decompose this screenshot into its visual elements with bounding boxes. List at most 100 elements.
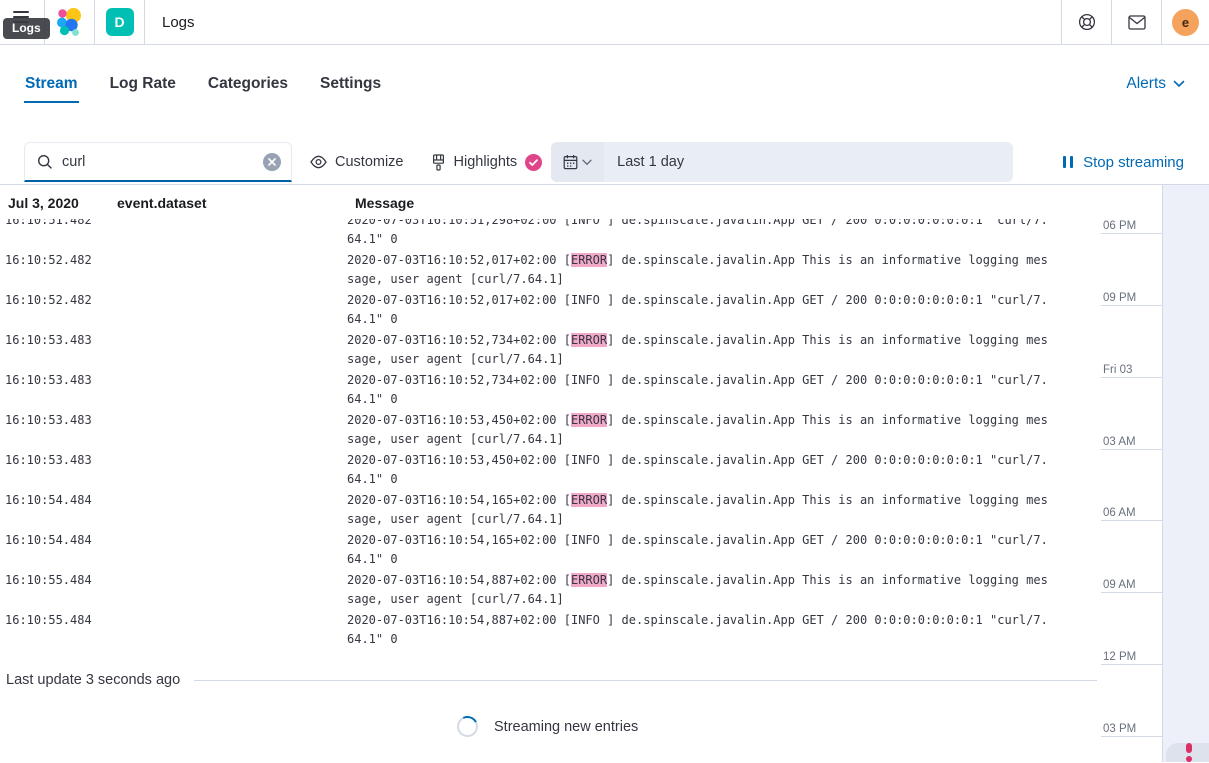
log-level: INFO xyxy=(571,533,607,547)
divider-line xyxy=(194,680,1097,681)
alerts-button[interactable]: Alerts xyxy=(1126,75,1185,101)
time-tick-line xyxy=(1101,449,1162,450)
chevron-down-icon xyxy=(582,159,592,166)
top-header: Logs D Logs xyxy=(0,0,1209,45)
log-level-error-highlight: ERROR xyxy=(571,253,607,267)
log-message: 2020-07-03T16:10:52,734+02:00 [INFO ] de… xyxy=(347,371,1051,409)
time-tick: 09 PM xyxy=(1101,292,1162,306)
time-tick-line xyxy=(1101,592,1162,593)
tab-categories[interactable]: Categories xyxy=(207,73,289,103)
log-row[interactable]: 16:10:53.4832020-07-03T16:10:52,734+02:0… xyxy=(0,329,1097,369)
user-avatar[interactable]: e xyxy=(1172,9,1199,36)
time-tick-label: 09 PM xyxy=(1101,292,1162,304)
log-row[interactable]: 16:10:53.483 2020-07-03T16:10:53,450+02:0… xyxy=(0,449,1097,489)
search-input[interactable] xyxy=(62,154,263,170)
time-tick-line xyxy=(1101,664,1162,665)
calendar-dropdown-button[interactable] xyxy=(551,142,604,182)
time-tick-label: 03 AM xyxy=(1101,436,1162,448)
logs-app: Logs D Logs xyxy=(0,0,1209,763)
log-stream: 16:10:51.4822020-07-03T16:10:51,298+02:0… xyxy=(0,185,1209,762)
help-icon xyxy=(1078,13,1096,31)
highlights-button[interactable]: Highlights xyxy=(431,142,543,182)
time-tick: 06 PM xyxy=(1101,220,1162,234)
log-timestamp: 16:10:53.483 xyxy=(5,371,92,390)
time-tick: 09 AM xyxy=(1101,579,1162,593)
time-range-value[interactable]: Last 1 day xyxy=(604,154,684,170)
log-message: 2020-07-03T16:10:53,450+02:00 [INFO ] de… xyxy=(347,451,1051,489)
eye-icon xyxy=(310,155,327,169)
log-message: 2020-07-03T16:10:54,887+02:00 [INFO ] de… xyxy=(347,611,1051,649)
log-timestamp: 16:10:53.483 xyxy=(5,451,92,470)
log-row[interactable]: 16:10:53.483 2020-07-03T16:10:53,450+02:0… xyxy=(0,409,1097,449)
tab-settings[interactable]: Settings xyxy=(319,73,382,103)
highlights-enabled-badge xyxy=(525,154,542,171)
time-tick-line xyxy=(1101,305,1162,306)
customize-button[interactable]: Customize xyxy=(310,142,404,182)
time-tick-label: 12 PM xyxy=(1101,651,1162,663)
help-button[interactable] xyxy=(1062,0,1111,44)
log-level-error-highlight: ERROR xyxy=(571,413,607,427)
column-header-event-dataset[interactable]: event.dataset xyxy=(117,195,206,211)
calendar-icon xyxy=(563,154,578,170)
loading-spinner-icon xyxy=(454,713,480,739)
log-timestamp: 16:10:53.483 xyxy=(5,411,92,430)
stop-streaming-button[interactable]: Stop streaming xyxy=(1062,142,1185,182)
time-tick: 03 PM xyxy=(1101,723,1162,737)
log-message: 2020-07-03T16:10:52,017+02:00 [INFO ] de… xyxy=(347,291,1051,329)
tabs-bar: Stream Log Rate Categories Settings Aler… xyxy=(0,45,1209,117)
elastic-logo[interactable] xyxy=(57,8,83,36)
tab-stream[interactable]: Stream xyxy=(24,73,79,103)
clear-search-button[interactable] xyxy=(263,153,281,171)
time-tick-line xyxy=(1101,520,1162,521)
log-level: INFO xyxy=(571,373,607,387)
minimap-panel[interactable] xyxy=(1162,185,1209,762)
last-update-row: Last update 3 seconds ago xyxy=(6,672,1097,688)
customize-label: Customize xyxy=(335,154,404,170)
log-timestamp: 16:10:53.483 xyxy=(5,331,92,350)
log-row[interactable]: 16:10:54.4842020-07-03T16:10:54,165+02:0… xyxy=(0,529,1097,569)
time-tick-label: 09 AM xyxy=(1101,579,1162,591)
pause-icon xyxy=(1062,155,1074,169)
time-tick-label: 06 PM xyxy=(1101,220,1162,232)
log-level: INFO xyxy=(571,613,607,627)
log-message: 2020-07-03T16:10:54,887+02:00 [ERROR] de… xyxy=(347,571,1051,609)
tab-log-rate[interactable]: Log Rate xyxy=(109,73,177,103)
log-message: 2020-07-03T16:10:53,450+02:00 [ERROR] de… xyxy=(347,411,1051,449)
log-timestamp: 16:10:55.484 xyxy=(5,611,92,630)
minimap-density-mark xyxy=(1186,743,1192,753)
log-row[interactable]: 16:10:52.4822020-07-03T16:10:52,017+02:0… xyxy=(0,289,1097,329)
envelope-icon xyxy=(1128,15,1146,30)
log-timestamp: 16:10:54.484 xyxy=(5,491,92,510)
header-divider xyxy=(144,0,145,44)
log-row[interactable]: 16:10:54.484 2020-07-03T16:10:54,165+02:0… xyxy=(0,489,1097,529)
log-message: 2020-07-03T16:10:52,017+02:00 [ERROR] de… xyxy=(347,251,1051,289)
log-level: INFO xyxy=(571,453,607,467)
time-tick-label: Fri 03 xyxy=(1101,364,1162,376)
log-rows: 16:10:51.4822020-07-03T16:10:51,298+02:0… xyxy=(0,209,1097,649)
highlights-label: Highlights xyxy=(454,154,518,170)
time-axis: 06 PM 09 PM Fri 03 03 AM 06 AM 09 AM 12 PM 03 P… xyxy=(1097,185,1209,762)
time-tick: 03 AM xyxy=(1101,436,1162,450)
time-range-picker[interactable]: Last 1 day xyxy=(551,142,1013,182)
time-tick-line xyxy=(1101,377,1162,378)
log-timestamp: 16:10:54.484 xyxy=(5,531,92,550)
log-row[interactable]: 16:10:55.484 2020-07-03T16:10:54,887+02:0… xyxy=(0,569,1097,609)
log-row[interactable]: 16:10:52.4822020-07-03T16:10:52,017+02:0… xyxy=(0,249,1097,289)
log-level: INFO xyxy=(571,293,607,307)
time-tick-line xyxy=(1101,736,1162,737)
time-tick-label: 03 PM xyxy=(1101,723,1162,735)
time-tick: 06 AM xyxy=(1101,507,1162,521)
column-header-message[interactable]: Message xyxy=(355,195,414,211)
log-timestamp: 16:10:55.484 xyxy=(5,571,92,590)
alerts-label: Alerts xyxy=(1126,75,1166,93)
table-header: Jul 3, 2020 event.dataset Message xyxy=(0,185,1097,219)
stop-streaming-label: Stop streaming xyxy=(1083,154,1184,171)
menu-tooltip: Logs xyxy=(3,18,50,39)
log-level-error-highlight: ERROR xyxy=(571,573,607,587)
column-header-date[interactable]: Jul 3, 2020 xyxy=(8,195,79,211)
log-row[interactable]: 16:10:53.483 2020-07-03T16:10:52,734+02:0… xyxy=(0,369,1097,409)
log-message: 2020-07-03T16:10:54,165+02:00 [ERROR] de… xyxy=(347,491,1051,529)
log-row[interactable]: 16:10:55.484 2020-07-03T16:10:54,887+02:0… xyxy=(0,609,1097,649)
deployment-badge[interactable]: D xyxy=(106,8,134,36)
newsfeed-button[interactable] xyxy=(1112,0,1161,44)
